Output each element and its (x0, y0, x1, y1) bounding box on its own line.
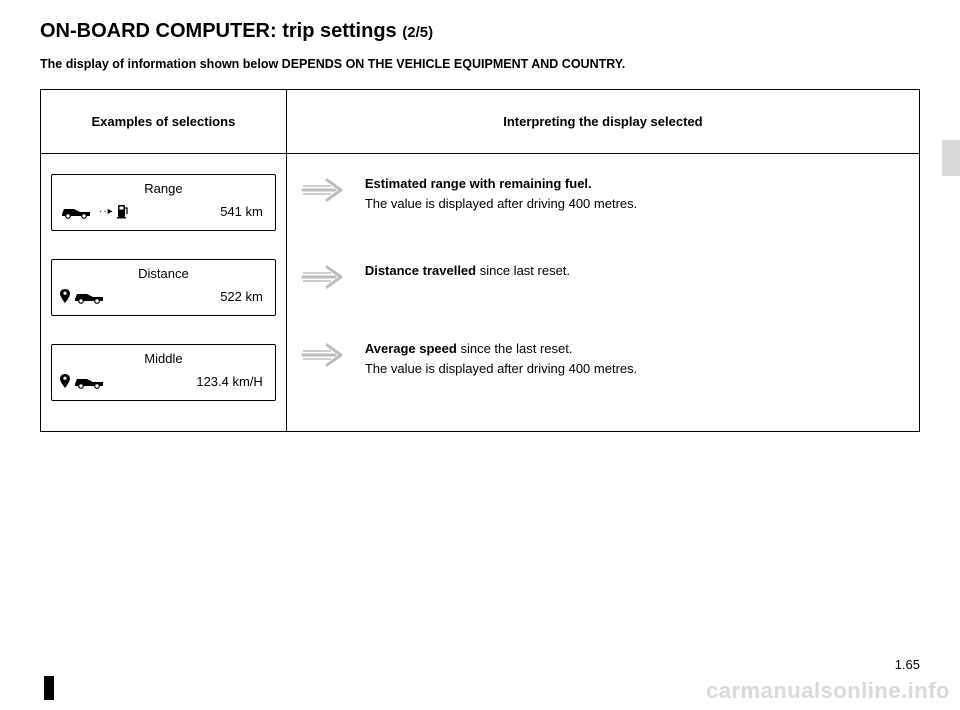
table-body-row: Range ··▸ (41, 154, 919, 431)
page-title: ON-BOARD COMPUTER: trip settings (2/5) (40, 20, 920, 43)
interpretation-column: Estimated range with remaining fuel. The… (287, 154, 919, 431)
car-to-fuel-icon: ··▸ (60, 202, 129, 220)
selection-value-row: 522 km (60, 287, 267, 305)
title-main: ON-BOARD COMPUTER: trip settings (40, 20, 397, 42)
title-suffix: (2/5) (402, 24, 433, 41)
car-icon (73, 287, 109, 305)
pin-car-icon (60, 372, 109, 390)
fuel-pump-icon (117, 203, 129, 219)
selection-value: 541 km (135, 204, 267, 219)
selection-box-range: Range ··▸ (51, 174, 276, 231)
interp-line2: The value is displayed after driving 400… (365, 361, 637, 376)
dots-icon: ··▸ (99, 206, 114, 217)
pin-car-icon (60, 287, 109, 305)
dependency-note: The display of information shown below D… (40, 57, 920, 71)
interp-row-range: Estimated range with remaining fuel. The… (301, 174, 899, 213)
selection-label: Range (60, 181, 267, 196)
map-pin-icon (60, 289, 70, 303)
car-icon (60, 202, 96, 220)
car-icon (73, 372, 109, 390)
interp-rest: since last reset. (476, 263, 570, 278)
selection-value-row: 123.4 km/H (60, 372, 267, 390)
interp-text: Average speed since the last reset. The … (365, 339, 637, 378)
interp-line2: The value is displayed after driving 400… (365, 196, 637, 211)
interp-bold: Distance travelled (365, 263, 476, 278)
watermark: carmanualsonline.info (706, 678, 950, 704)
page-number: 1.65 (895, 657, 920, 672)
selection-value-row: ··▸ 541 km (60, 202, 267, 220)
settings-table: Examples of selections Interpreting the … (40, 89, 920, 432)
selection-value: 522 km (115, 289, 267, 304)
map-pin-icon (60, 374, 70, 388)
interp-row-middle: Average speed since the last reset. The … (301, 339, 899, 378)
header-interpreting: Interpreting the display selected (287, 90, 919, 153)
side-tab (942, 140, 960, 176)
selection-box-middle: Middle 123.4 km/H (51, 344, 276, 401)
interp-text: Estimated range with remaining fuel. The… (365, 174, 637, 213)
selection-value: 123.4 km/H (115, 374, 267, 389)
arrow-right-icon (301, 176, 347, 204)
interp-bold: Average speed (365, 341, 457, 356)
selection-label: Middle (60, 351, 267, 366)
interp-bold: Estimated range with remaining fuel. (365, 176, 592, 191)
interp-text: Distance travelled since last reset. (365, 261, 570, 281)
arrow-right-icon (301, 263, 347, 291)
arrow-right-icon (301, 341, 347, 369)
crop-mark (44, 676, 54, 700)
header-examples: Examples of selections (41, 90, 287, 153)
examples-column: Range ··▸ (41, 154, 287, 431)
table-header-row: Examples of selections Interpreting the … (41, 90, 919, 154)
selection-box-distance: Distance 522 km (51, 259, 276, 316)
interp-row-distance: Distance travelled since last reset. (301, 261, 899, 291)
interp-rest: since the last reset. (457, 341, 573, 356)
selection-label: Distance (60, 266, 267, 281)
